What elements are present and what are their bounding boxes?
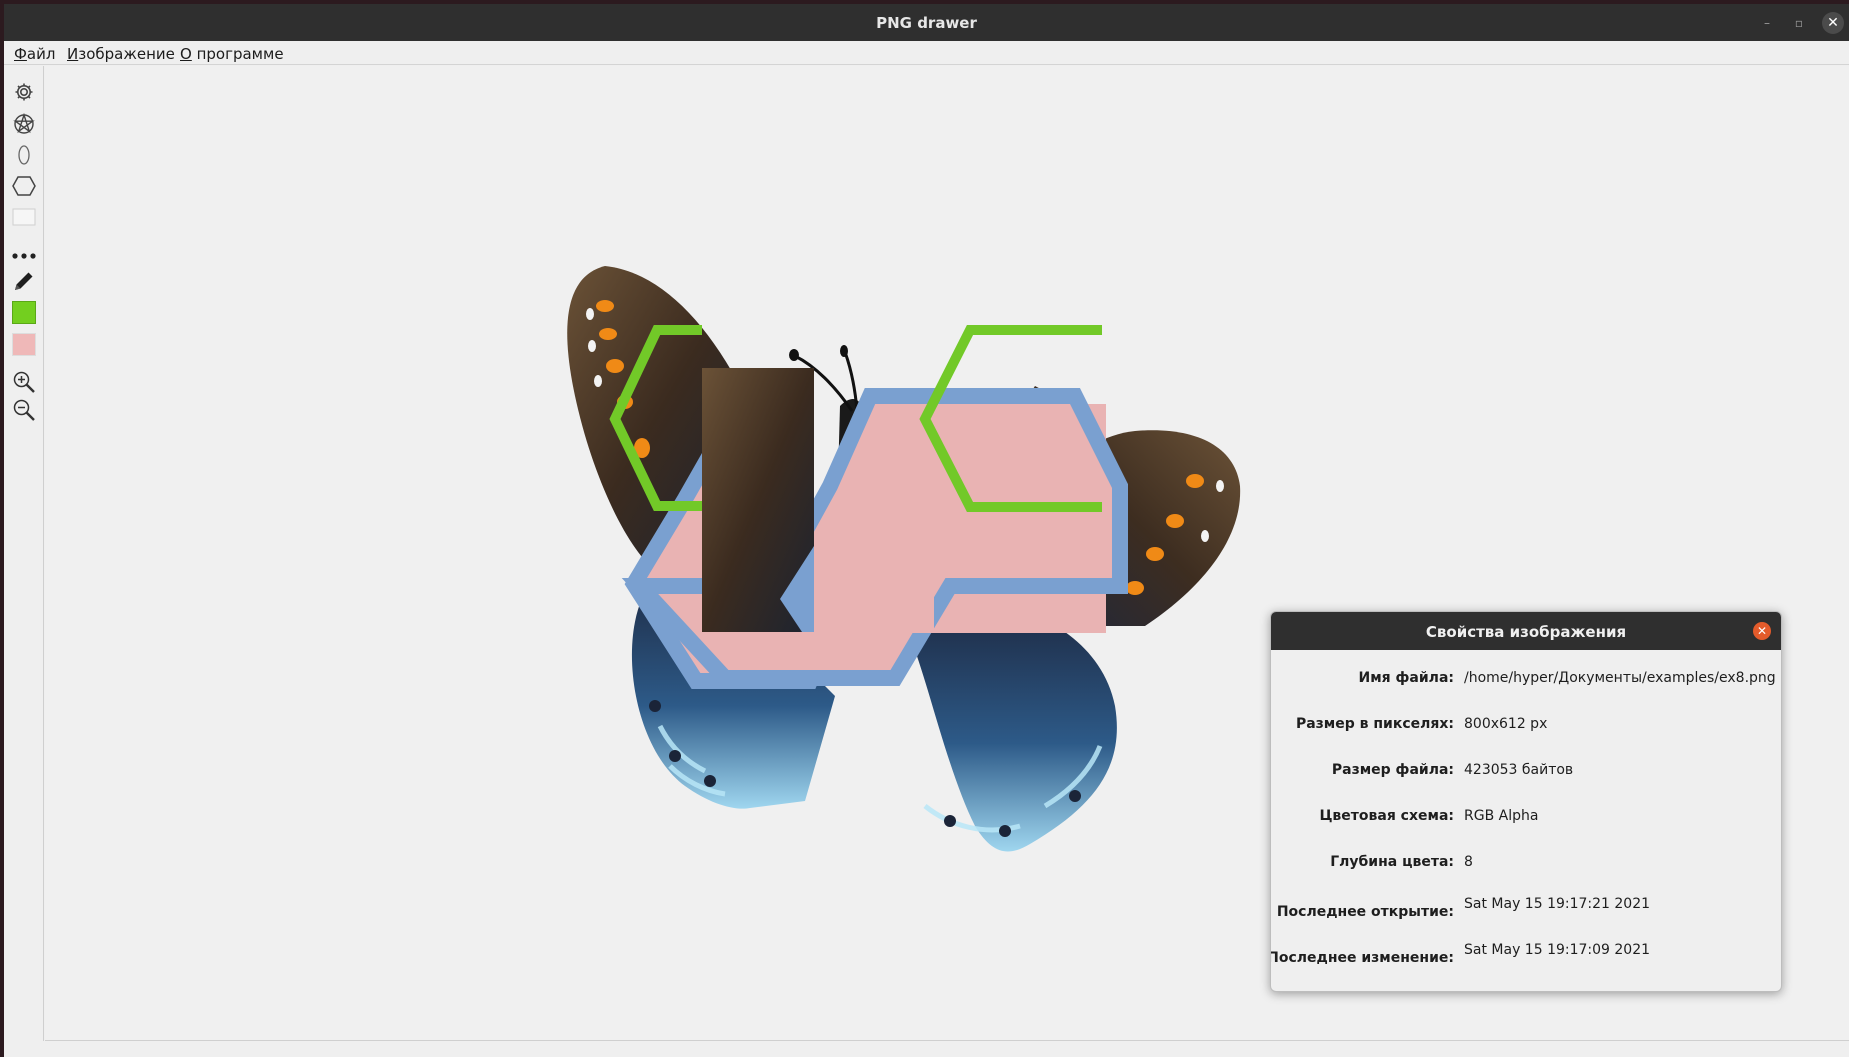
- menu-bar: Файл Изображение О программе: [4, 41, 1849, 65]
- pink-patch-bottom: [814, 586, 934, 633]
- menu-file-accel: Ф: [14, 45, 27, 63]
- dialog-title: Свойства изображения: [1425, 623, 1627, 641]
- more-tool-button[interactable]: [12, 244, 36, 268]
- property-row-filename: Имя файла: /home/hyper/Документы/example…: [1271, 670, 1781, 710]
- menu-image-label: зображение: [78, 45, 175, 63]
- zoom-in-button[interactable]: [12, 370, 36, 394]
- image-properties-dialog: Свойства изображения ✕ Имя файла: /home/…: [1270, 611, 1782, 992]
- hexagon-tool-button[interactable]: [12, 174, 36, 198]
- property-value: 800x612 px: [1464, 716, 1548, 732]
- zoom-out-button[interactable]: [12, 398, 36, 422]
- property-label: Размер в пикселях:: [1295, 716, 1454, 732]
- property-label: Глубина цвета:: [1330, 854, 1454, 870]
- property-value: 423053 байтов: [1464, 762, 1574, 778]
- property-row-color-scheme: Цветовая схема: RGB Alpha: [1271, 808, 1781, 848]
- minimize-button[interactable]: –: [1757, 13, 1777, 33]
- settings-gear-icon: [15, 83, 33, 101]
- fill-color-button[interactable]: [12, 332, 36, 356]
- menu-file[interactable]: Файл: [14, 45, 55, 63]
- property-value: RGB Alpha: [1464, 808, 1539, 824]
- property-row-pixel-size: Размер в пикселях: 800x612 px: [1271, 716, 1781, 756]
- star-tool-button[interactable]: [12, 112, 36, 136]
- menu-image-accel: И: [67, 45, 79, 63]
- more-dots-icon: [12, 253, 36, 259]
- menu-image[interactable]: Изображение: [67, 45, 175, 63]
- property-value: Sat May 15 19:17:21 2021: [1464, 896, 1651, 912]
- title-bar[interactable]: PNG drawer – ▫ ✕: [4, 4, 1849, 41]
- zoom-in-icon: [13, 371, 35, 393]
- ellipse-tool-button[interactable]: [12, 143, 36, 167]
- property-value: 8: [1464, 854, 1473, 870]
- menu-file-label: айл: [26, 45, 56, 63]
- menu-about-accel: О: [180, 45, 192, 63]
- pencil-tool-button[interactable]: [12, 269, 36, 293]
- zoom-out-icon: [13, 399, 35, 421]
- property-label: Имя файла:: [1358, 670, 1454, 686]
- rectangle-tool-button[interactable]: [12, 205, 36, 229]
- ellipse-icon: [18, 145, 30, 165]
- line-color-button[interactable]: [12, 300, 36, 324]
- app-window: PNG drawer – ▫ ✕ Файл Изображение О прог…: [4, 4, 1849, 1057]
- window-title: PNG drawer: [876, 14, 977, 32]
- pencil-icon: [15, 272, 33, 290]
- pentagram-icon: [13, 113, 35, 134]
- fill-color-swatch: [12, 332, 36, 356]
- close-button[interactable]: ✕: [1822, 12, 1844, 34]
- property-value: Sat May 15 19:17:09 2021: [1464, 942, 1651, 958]
- line-color-swatch: [12, 300, 36, 324]
- maximize-button[interactable]: ▫: [1789, 13, 1809, 33]
- dialog-close-button[interactable]: ✕: [1753, 622, 1771, 640]
- property-label: Размер файла:: [1331, 762, 1454, 778]
- menu-about-label: программе: [191, 45, 284, 63]
- menu-about[interactable]: О программе: [180, 45, 284, 63]
- hexagon-icon: [12, 176, 36, 196]
- property-label: Последнее изменение:: [1270, 950, 1454, 966]
- property-value: /home/hyper/Документы/examples/ex8.png: [1464, 670, 1776, 686]
- property-row-last-modified: Последнее изменение: Sat May 15 19:17:09…: [1270, 942, 1781, 986]
- tool-bar: [4, 66, 44, 1041]
- settings-tool-button[interactable]: [12, 80, 36, 104]
- property-row-file-size: Размер файла: 423053 байтов: [1271, 762, 1781, 802]
- dialog-title-bar[interactable]: Свойства изображения ✕: [1271, 612, 1781, 650]
- property-label: Цветовая схема:: [1319, 808, 1454, 824]
- property-row-last-opened: Последнее открытие: Sat May 15 19:17:21 …: [1271, 896, 1781, 940]
- rectangle-icon: [12, 208, 36, 226]
- property-label: Последнее открытие:: [1276, 904, 1454, 920]
- property-row-color-depth: Глубина цвета: 8: [1271, 854, 1781, 894]
